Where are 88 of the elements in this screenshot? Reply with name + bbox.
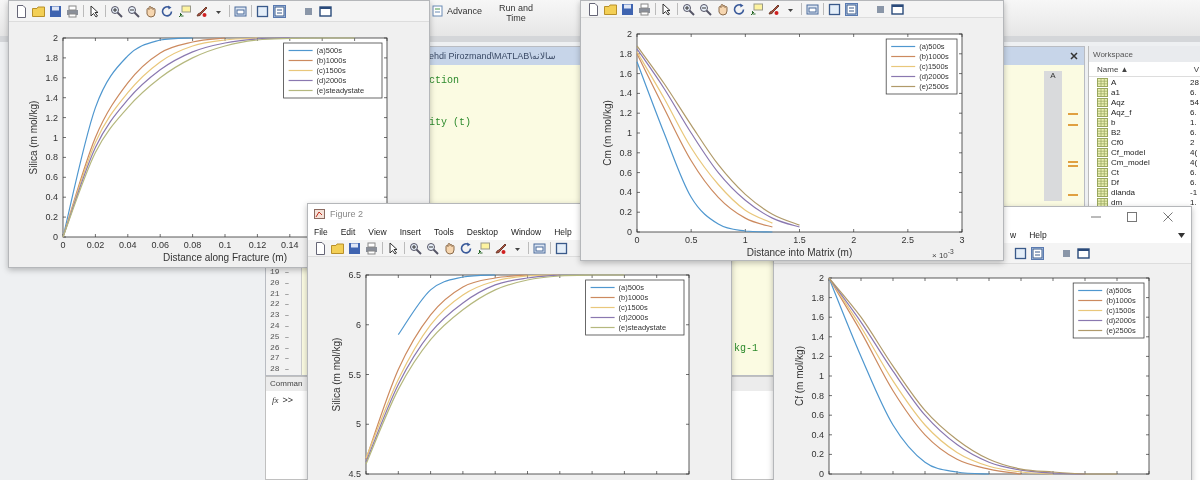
variable-value: 6. bbox=[1190, 127, 1197, 137]
line-number: 22 bbox=[270, 299, 280, 309]
tick-label: 1.6 bbox=[811, 312, 824, 323]
panel-title: Workspace bbox=[1089, 46, 1200, 62]
variable-value: 28 bbox=[1190, 77, 1199, 87]
tick-label: 1.2 bbox=[45, 112, 58, 123]
variable-value: 6. bbox=[1190, 107, 1197, 117]
tick-label: 1.2 bbox=[811, 351, 824, 362]
tick-label: 0.2 bbox=[811, 449, 824, 460]
tick-label: 1.4 bbox=[811, 331, 824, 342]
tick-label: 0.5 bbox=[684, 235, 698, 245]
line-number: 19 bbox=[270, 267, 280, 276]
file-path: ehdi Pirozmand\MATLAB\سالانه bbox=[429, 51, 556, 61]
tick-label: 0.8 bbox=[811, 390, 824, 401]
axis-label: Cm (m mol/kg) bbox=[602, 100, 613, 166]
status-indicator: A bbox=[1049, 71, 1057, 80]
tick-label: 2.5 bbox=[901, 235, 915, 245]
tick-label: 2 bbox=[53, 33, 58, 43]
tick-label: 1.8 bbox=[45, 52, 58, 63]
tick-label: 1.6 bbox=[45, 72, 58, 83]
line-number: 20 bbox=[270, 277, 280, 287]
line-number: 28 bbox=[270, 364, 280, 374]
tick-label: 0.1 bbox=[218, 240, 232, 250]
tick-label: 0.6 bbox=[45, 172, 58, 183]
tick-label: 0 bbox=[60, 240, 66, 250]
tick-label: 5.5 bbox=[348, 369, 361, 380]
variable-value: 2 bbox=[1190, 137, 1195, 147]
tick-label: 0.6 bbox=[619, 167, 632, 178]
tick-label: 4.5 bbox=[348, 469, 361, 479]
tick-label: 6.5 bbox=[348, 270, 361, 280]
line-number: 26 bbox=[270, 342, 280, 352]
code-text: ction bbox=[429, 75, 459, 86]
code-text: kg-1 bbox=[734, 343, 758, 354]
tick-label: 0.2 bbox=[619, 207, 632, 218]
tick-label: 1.8 bbox=[811, 292, 824, 303]
variable-value: 1. bbox=[1190, 117, 1197, 127]
variable-value: 54 bbox=[1190, 97, 1199, 107]
tick-label: 0.04 bbox=[119, 240, 137, 250]
line-number: 25 bbox=[270, 331, 280, 341]
tick-label: 1.8 bbox=[619, 48, 632, 59]
tick-label: 0.4 bbox=[619, 187, 632, 198]
line-number: 21 bbox=[270, 288, 280, 298]
variable-value: -1 bbox=[1190, 187, 1198, 197]
variable-value: 4( bbox=[1190, 147, 1198, 157]
axis-exponent-label: × 10$^{-3}$ bbox=[932, 247, 954, 260]
tick-label: 0.14 bbox=[281, 240, 299, 250]
line-number: 27 bbox=[270, 353, 280, 363]
tick-label: 5 bbox=[356, 419, 361, 430]
tick-label: 6 bbox=[356, 319, 361, 330]
tick-label: 2 bbox=[851, 235, 857, 245]
axis-label: Silica (m mol/kg) bbox=[28, 100, 39, 175]
variable-value: 6. bbox=[1190, 167, 1197, 177]
tick-label: 0.08 bbox=[183, 240, 202, 250]
tick-label: 0.4 bbox=[811, 429, 824, 440]
tick-label: 0.02 bbox=[86, 240, 105, 250]
tick-label: 2 bbox=[819, 273, 824, 283]
variable-value: 1. bbox=[1190, 197, 1197, 207]
tick-label: 0.06 bbox=[151, 240, 169, 250]
tick-label: 0.8 bbox=[45, 152, 58, 163]
command-prompt: >> bbox=[282, 395, 293, 405]
tick-label: 1 bbox=[53, 132, 58, 143]
tick-label: 0.4 bbox=[45, 192, 58, 203]
tick-label: 1.6 bbox=[619, 68, 632, 79]
tick-label: 0.8 bbox=[619, 147, 632, 158]
tick-label: 1.4 bbox=[45, 92, 58, 103]
code-text: ity (t) bbox=[429, 117, 471, 128]
line-number: 23 bbox=[270, 310, 280, 320]
tick-label: 0 bbox=[627, 227, 632, 237]
axis-label: Distance into Matrix (m) bbox=[746, 247, 853, 258]
tick-label: 0 bbox=[634, 235, 640, 245]
line-number: 24 bbox=[270, 321, 280, 330]
tick-label: 0 bbox=[819, 469, 824, 479]
tick-label: 3 bbox=[959, 235, 965, 245]
axis-label: Distance along Fracture (m) bbox=[163, 252, 287, 263]
tick-label: 0 bbox=[53, 232, 58, 242]
tick-label: 1.4 bbox=[619, 88, 632, 99]
tick-label: 1.5 bbox=[793, 235, 806, 245]
tick-label: 2 bbox=[627, 29, 632, 39]
tick-label: 0.2 bbox=[45, 212, 58, 223]
variable-value: 4( bbox=[1190, 157, 1198, 167]
tick-label: 1 bbox=[627, 128, 632, 138]
variable-value: 6. bbox=[1190, 87, 1197, 97]
tick-label: 0.12 bbox=[248, 240, 267, 250]
tick-label: 0.6 bbox=[811, 410, 824, 421]
tick-label: 1 bbox=[742, 235, 748, 245]
variable-value: 6. bbox=[1190, 177, 1197, 187]
window-title: Figure 2 bbox=[330, 209, 364, 219]
tick-label: 1.2 bbox=[619, 108, 632, 119]
